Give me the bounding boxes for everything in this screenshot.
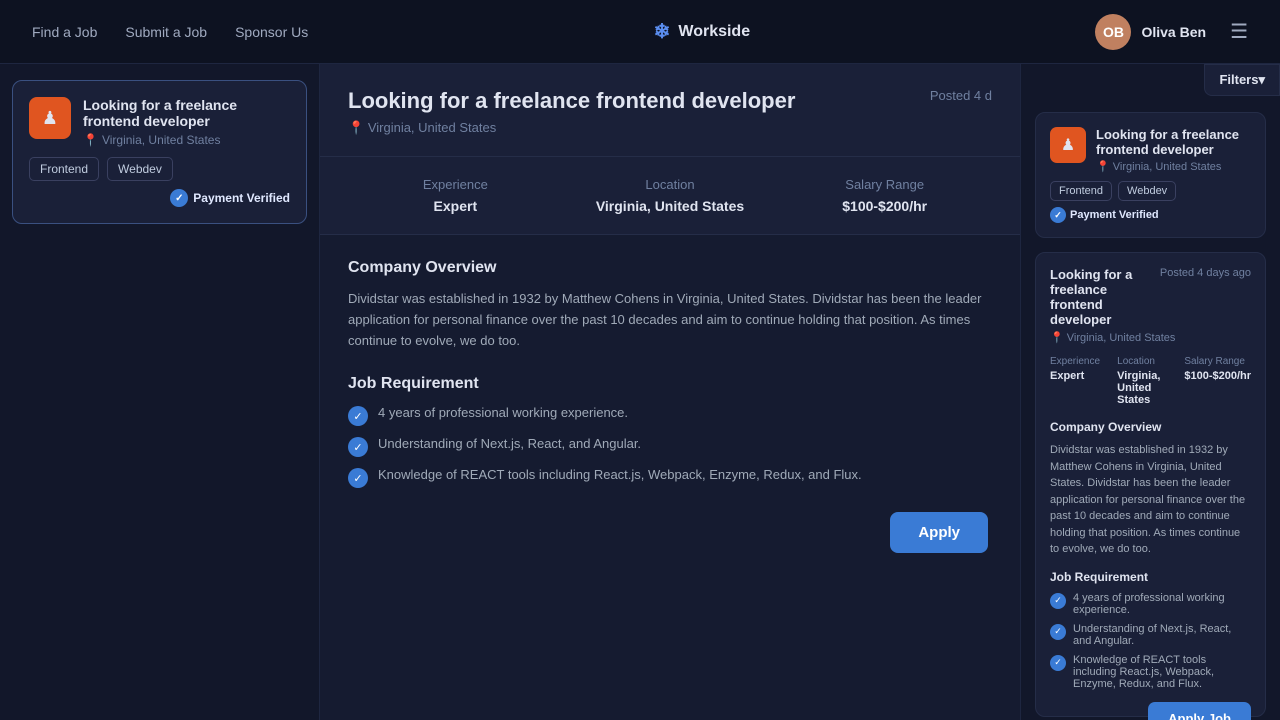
right-stat-loc-value: Virginia, United States	[1117, 370, 1174, 406]
right-detail-title-row: Looking for a freelance frontend develop…	[1050, 267, 1251, 327]
right-sidebar: Filters▾ ♟ Looking for a freelance front…	[1020, 64, 1280, 720]
right-stat-experience: Experience Expert	[1050, 356, 1107, 406]
right-job-info: Looking for a freelance frontend develop…	[1096, 127, 1251, 173]
right-stat-location: Location Virginia, United States	[1117, 356, 1174, 406]
job-detail-title: Looking for a freelance frontend develop…	[348, 88, 795, 114]
job-detail-location: 📍 Virginia, United States	[348, 120, 992, 136]
req-item-2: ✓ Understanding of Next.js, React, and A…	[348, 436, 992, 457]
right-req-2: ✓ Understanding of Next.js, React, and A…	[1050, 623, 1251, 647]
right-tag-frontend[interactable]: Frontend	[1050, 181, 1112, 201]
req-check-2: ✓	[348, 437, 368, 457]
right-stat-exp-label: Experience	[1050, 356, 1107, 367]
payment-verified: ✓ Payment Verified	[170, 189, 290, 207]
req-check-3: ✓	[348, 468, 368, 488]
stat-salary: Salary Range $100-$200/hr	[777, 177, 992, 214]
job-card-tags: Frontend Webdev ✓ Payment Verified	[29, 157, 290, 207]
right-job-title: Looking for a freelance frontend develop…	[1096, 127, 1251, 157]
nav-sponsor-us[interactable]: Sponsor Us	[235, 24, 308, 40]
req-item-3: ✓ Knowledge of REACT tools including Rea…	[348, 467, 992, 488]
tag-webdev[interactable]: Webdev	[107, 157, 173, 181]
right-company-overview-title: Company Overview	[1050, 420, 1251, 434]
job-card-location: 📍 Virginia, United States	[83, 133, 290, 147]
right-req-list: ✓ 4 years of professional working experi…	[1050, 592, 1251, 690]
nav-find-job[interactable]: Find a Job	[32, 24, 97, 40]
detail-pin-icon: 📍	[348, 120, 364, 135]
right-job-location: 📍 Virginia, United States	[1096, 160, 1251, 173]
right-job-header: ♟ Looking for a freelance frontend devel…	[1050, 127, 1251, 173]
filters-button[interactable]: Filters▾	[1204, 64, 1280, 96]
nav-submit-job[interactable]: Submit a Job	[125, 24, 207, 40]
right-tag-webdev[interactable]: Webdev	[1118, 181, 1176, 201]
job-card-header: ♟ Looking for a freelance frontend devel…	[29, 97, 290, 147]
posted-date: Posted 4 d	[930, 88, 992, 103]
req-check-1: ✓	[348, 406, 368, 426]
right-stats: Experience Expert Location Virginia, Uni…	[1050, 356, 1251, 406]
hamburger-icon[interactable]: ☰	[1230, 19, 1248, 44]
center-content: Looking for a freelance frontend develop…	[320, 64, 1020, 720]
right-req-1: ✓ 4 years of professional working experi…	[1050, 592, 1251, 616]
company-overview-title: Company Overview	[348, 259, 992, 277]
right-job-logo: ♟	[1050, 127, 1086, 163]
stat-location-value: Virginia, United States	[563, 198, 778, 214]
right-job-tags: Frontend Webdev ✓ Payment Verified	[1050, 181, 1251, 223]
right-job-card-top[interactable]: ♟ Looking for a freelance frontend devel…	[1035, 112, 1266, 238]
right-req-check-2: ✓	[1050, 624, 1066, 640]
job-detail-header: Looking for a freelance frontend develop…	[320, 64, 1020, 157]
right-pin-icon: 📍	[1096, 161, 1110, 173]
apply-job-button[interactable]: Apply Job	[1148, 702, 1251, 720]
right-detail-card: Looking for a freelance frontend develop…	[1035, 252, 1266, 717]
right-company-overview-text: Dividstar was established in 1932 by Mat…	[1050, 442, 1251, 558]
stat-experience: Experience Expert	[348, 177, 563, 214]
right-stat-sal-label: Salary Range	[1184, 356, 1251, 367]
job-card-title: Looking for a freelance frontend develop…	[83, 97, 290, 129]
right-req-check-1: ✓	[1050, 593, 1066, 609]
location-pin-icon: 📍	[83, 133, 98, 147]
user-profile[interactable]: OB Oliva Ben	[1095, 14, 1206, 50]
job-detail-title-row: Looking for a freelance frontend develop…	[348, 88, 992, 114]
requirement-list: ✓ 4 years of professional working experi…	[348, 405, 992, 488]
stat-experience-value: Expert	[348, 198, 563, 214]
right-detail-title: Looking for a freelance frontend develop…	[1050, 267, 1152, 327]
job-body: Company Overview Dividstar was establish…	[320, 235, 1020, 536]
main-nav: Find a Job Submit a Job Sponsor Us	[32, 24, 308, 40]
job-requirement-title: Job Requirement	[348, 375, 992, 393]
header: Find a Job Submit a Job Sponsor Us Works…	[0, 0, 1280, 64]
stat-salary-label: Salary Range	[777, 177, 992, 192]
username: Oliva Ben	[1141, 24, 1206, 40]
job-stats: Experience Expert Location Virginia, Uni…	[320, 157, 1020, 235]
job-card-1[interactable]: ♟ Looking for a freelance frontend devel…	[12, 80, 307, 224]
stat-experience-label: Experience	[348, 177, 563, 192]
right-job-req-title: Job Requirement	[1050, 570, 1251, 584]
stat-location-label: Location	[563, 177, 778, 192]
right-stat-exp-value: Expert	[1050, 370, 1107, 382]
stat-location: Location Virginia, United States	[563, 177, 778, 214]
check-icon: ✓	[170, 189, 188, 207]
right-stat-sal-value: $100-$200/hr	[1184, 370, 1251, 382]
apply-button[interactable]: Apply	[890, 512, 988, 553]
right-detail-location: 📍 Virginia, United States	[1050, 331, 1251, 344]
right-detail-posted: Posted 4 days ago	[1160, 267, 1251, 279]
brand-name: Workside	[678, 23, 750, 41]
right-req-check-3: ✓	[1050, 655, 1066, 671]
right-payment-verified: ✓ Payment Verified	[1050, 207, 1159, 223]
job-logo: ♟	[29, 97, 71, 139]
right-check-icon: ✓	[1050, 207, 1066, 223]
brand-icon	[654, 19, 671, 44]
right-stat-loc-label: Location	[1117, 356, 1174, 367]
left-sidebar: ♟ Looking for a freelance frontend devel…	[0, 64, 320, 720]
brand: Workside	[654, 19, 751, 44]
main-layout: ♟ Looking for a freelance frontend devel…	[0, 64, 1280, 720]
stat-salary-value: $100-$200/hr	[777, 198, 992, 214]
job-logo-icon: ♟	[42, 108, 58, 129]
job-card-info: Looking for a freelance frontend develop…	[83, 97, 290, 147]
header-right: OB Oliva Ben ☰	[1095, 14, 1248, 50]
right-stat-salary: Salary Range $100-$200/hr	[1184, 356, 1251, 406]
right-detail-pin-icon: 📍	[1050, 332, 1064, 344]
right-sidebar-content: ♟ Looking for a freelance frontend devel…	[1021, 64, 1280, 720]
company-overview-text: Dividstar was established in 1932 by Mat…	[348, 289, 992, 351]
req-item-1: ✓ 4 years of professional working experi…	[348, 405, 992, 426]
tag-frontend[interactable]: Frontend	[29, 157, 99, 181]
right-req-3: ✓ Knowledge of REACT tools including Rea…	[1050, 654, 1251, 690]
avatar: OB	[1095, 14, 1131, 50]
